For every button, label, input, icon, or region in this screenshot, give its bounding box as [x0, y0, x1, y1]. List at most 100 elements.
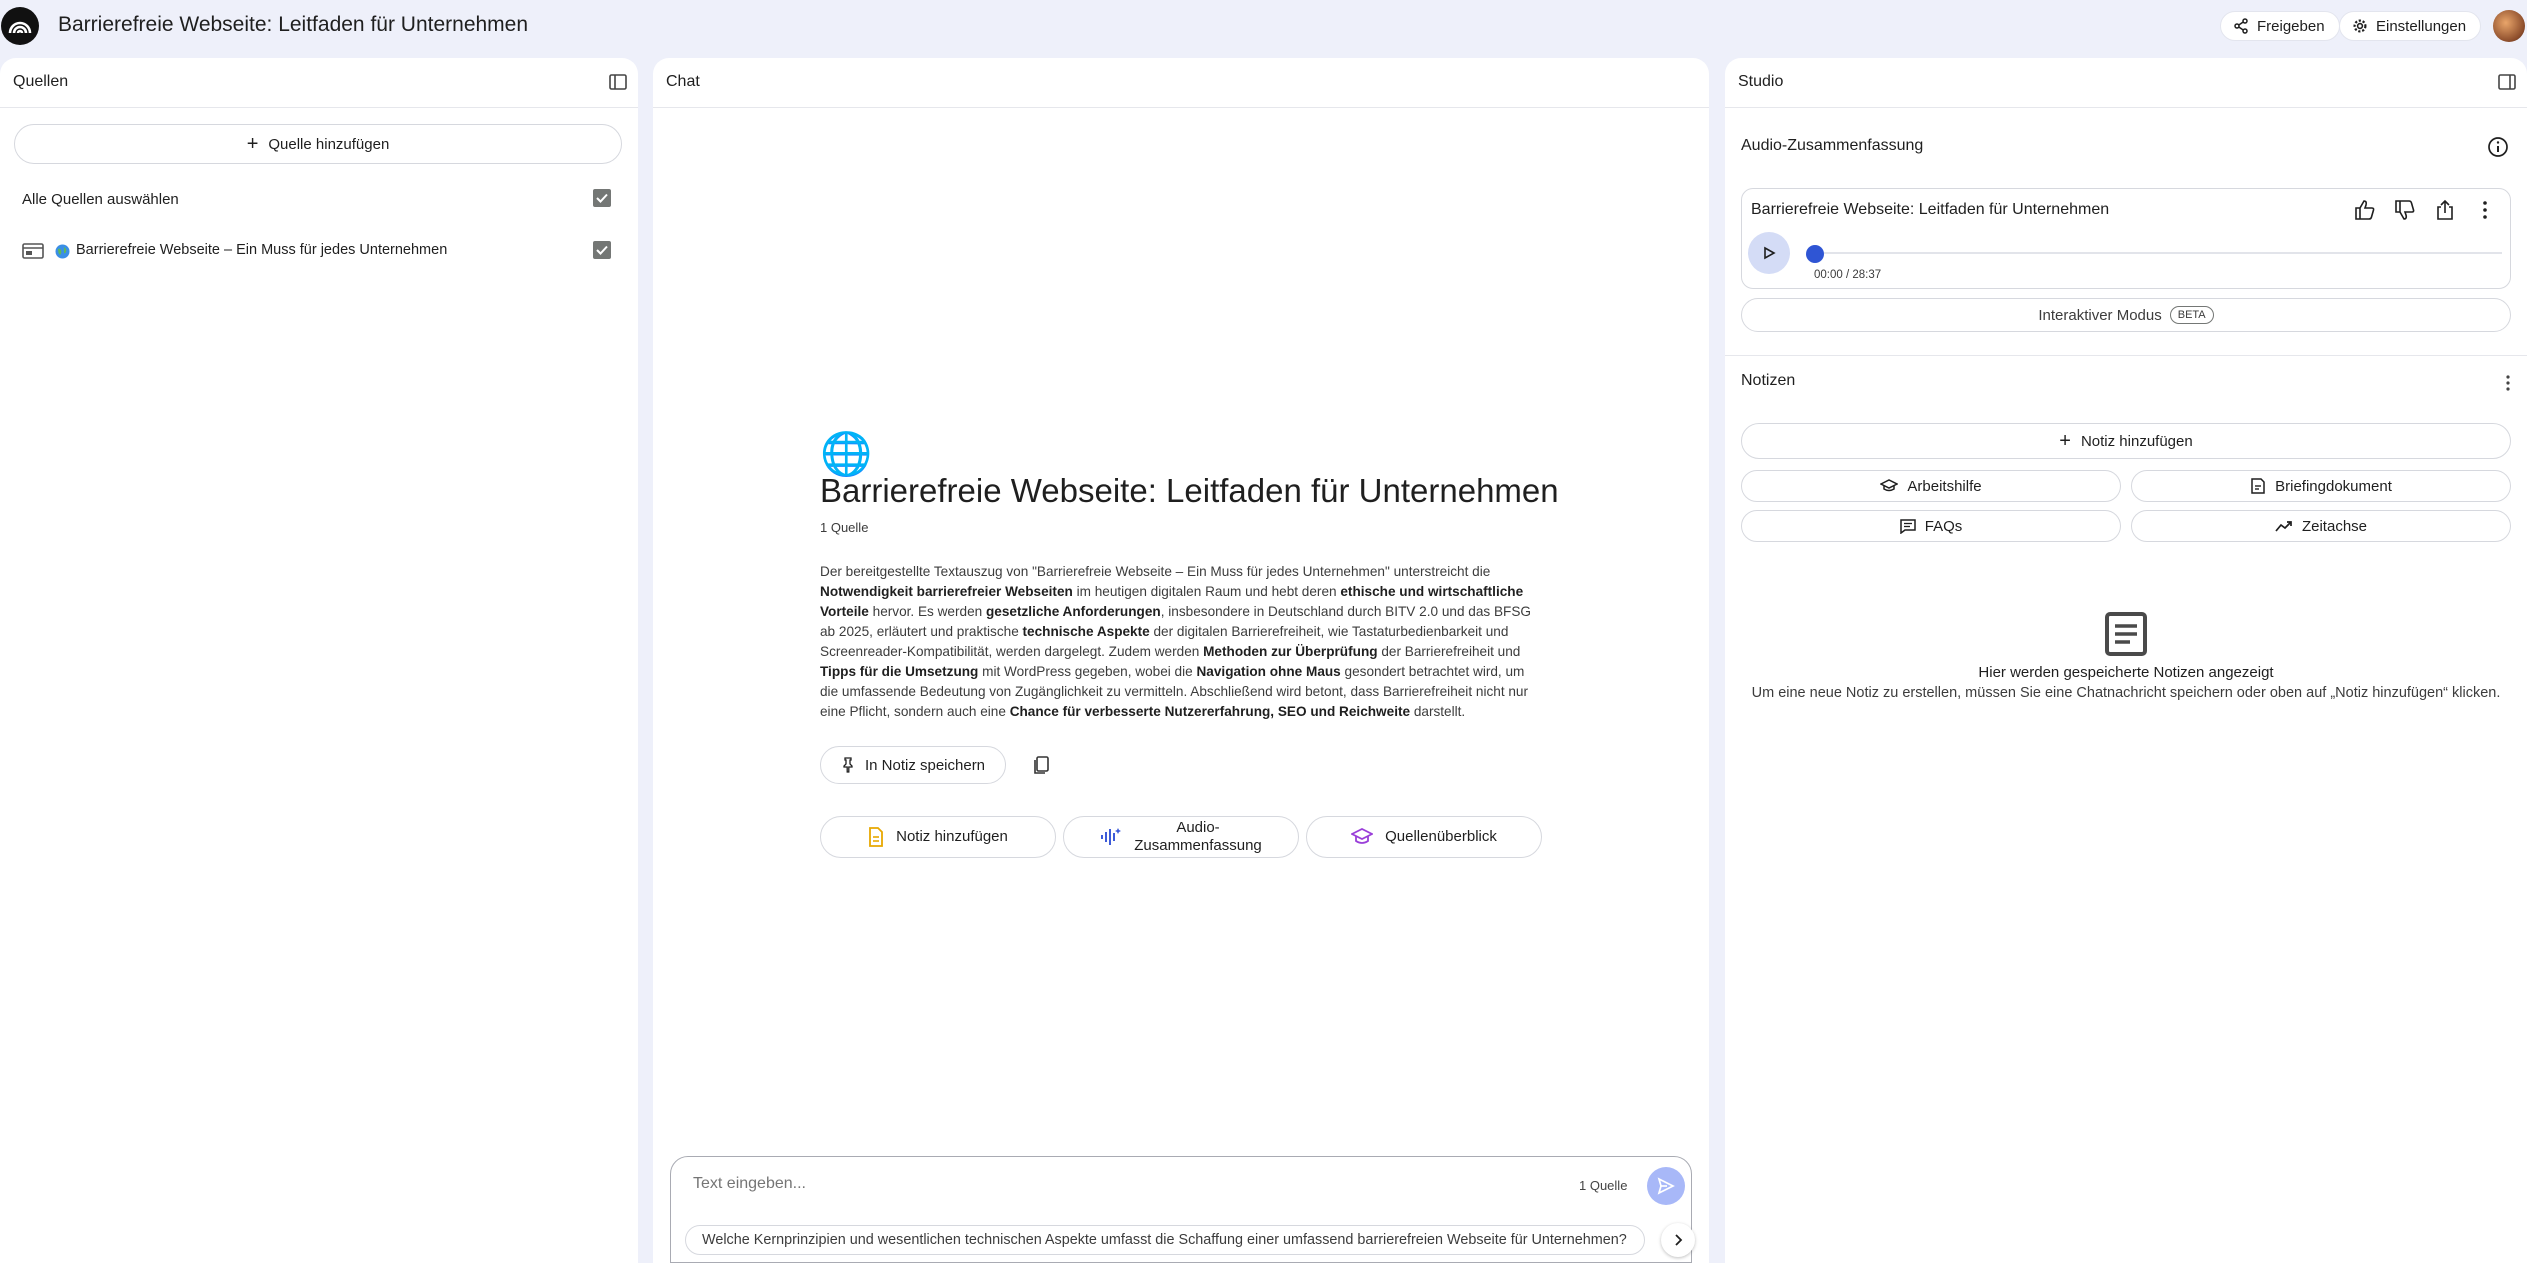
share-button[interactable]: Freigeben	[2220, 11, 2340, 41]
chat-header: Chat	[653, 58, 1709, 108]
share-export-icon[interactable]	[2434, 199, 2456, 221]
settings-button[interactable]: Einstellungen	[2339, 11, 2482, 41]
thumbs-down-icon[interactable]	[2394, 199, 2416, 221]
graduation-cap-icon	[1880, 479, 1899, 492]
save-to-note-button[interactable]: In Notiz speichern	[820, 746, 1006, 784]
briefing-doc-icon	[2251, 478, 2265, 494]
faq-chat-icon	[1899, 519, 1916, 534]
add-note-label: Notiz hinzufügen	[2080, 432, 2193, 450]
source-count: 1 Quelle	[820, 520, 869, 535]
info-icon[interactable]	[2487, 136, 2509, 158]
select-all-checkbox[interactable]	[593, 189, 611, 207]
add-note-action-button[interactable]: Notiz hinzufügen	[820, 816, 1056, 858]
notebook-heading: Barrierefreie Webseite: Leitfaden für Un…	[820, 472, 1559, 509]
notebooklm-logo-icon[interactable]	[1, 7, 39, 45]
add-source-button[interactable]: + Quelle hinzufügen	[14, 124, 622, 164]
check-icon	[596, 193, 608, 203]
summary-highlight: gesetzliche Anforderungen	[985, 604, 1161, 619]
faq-label: FAQs	[1924, 517, 1963, 535]
web-source-icon	[22, 243, 44, 259]
gear-icon	[2353, 19, 2367, 33]
suggested-question[interactable]: Welche Kernprinzipien und wesentlichen t…	[685, 1225, 1645, 1255]
pin-icon	[843, 757, 853, 773]
summary-highlight: Methoden zur Überprüfung	[1203, 644, 1378, 659]
chat-input-area: 1 Quelle Welche Kernprinzipien und wesen…	[670, 1156, 1695, 1263]
chat-input[interactable]	[693, 1175, 1393, 1193]
select-all-label: Alle Quellen auswählen	[22, 191, 179, 208]
top-bar: Barrierefreie Webseite: Leitfaden für Un…	[0, 0, 2527, 52]
study-guide-label: Arbeitshilfe	[1907, 477, 1982, 495]
settings-label: Einstellungen	[2376, 17, 2467, 35]
summary-highlight: Navigation ohne Maus	[1196, 664, 1341, 679]
notes-more-vert-icon[interactable]	[2499, 372, 2517, 394]
collapse-panel-icon[interactable]	[608, 72, 628, 92]
notes-title: Notizen	[1741, 372, 1796, 389]
copy-icon[interactable]	[1031, 754, 1053, 776]
source-overview-action-button[interactable]: Quellenüberblick	[1306, 816, 1542, 858]
timeline-icon	[2275, 521, 2292, 532]
summary-text: der Barrierefreiheit und	[1377, 644, 1521, 659]
notebook-title[interactable]: Barrierefreie Webseite: Leitfaden für Un…	[58, 13, 528, 37]
input-source-count: 1 Quelle	[1579, 1178, 1628, 1193]
source-overview-action-label: Quellenüberblick	[1385, 828, 1497, 845]
note-icon	[869, 827, 884, 847]
notebook-summary: Der bereitgestellte Textauszug von "Barr…	[820, 562, 1546, 722]
empty-notes-text: Um eine neue Notiz zu erstellen, müssen …	[1751, 685, 2501, 701]
summary-text: Der bereitgestellte Textauszug von "Barr…	[820, 564, 1491, 579]
logo-glyph	[8, 21, 32, 34]
share-icon	[2234, 18, 2248, 34]
audio-progress-handle[interactable]	[1806, 245, 1824, 263]
audio-overview-card: Barrierefreie Webseite: Leitfaden für Un…	[1741, 188, 2511, 289]
sources-header: Quellen	[0, 58, 638, 108]
audio-summary-line2: Zusammenfassung	[1134, 837, 1262, 854]
sources-panel: Quellen + Quelle hinzufügen Alle Quellen…	[0, 58, 638, 1263]
audio-section-title: Audio-Zusammenfassung	[1741, 137, 1924, 154]
globe-emoji-icon: 🌐	[820, 430, 873, 477]
study-guide-button[interactable]: Arbeitshilfe	[1741, 470, 2121, 502]
add-note-action-label: Notiz hinzufügen	[896, 828, 1008, 845]
faq-button[interactable]: FAQs	[1741, 510, 2121, 542]
timeline-label: Zeitachse	[2301, 517, 2368, 535]
briefing-doc-button[interactable]: Briefingdokument	[2131, 470, 2511, 502]
summary-text: im heutigen digitalen Raum und hebt dere…	[1072, 584, 1341, 599]
studio-title: Studio	[1738, 73, 1784, 90]
source-checkbox[interactable]	[593, 241, 611, 259]
timeline-button[interactable]: Zeitachse	[2131, 510, 2511, 542]
summary-text: mit WordPress gegeben, wobei die	[978, 664, 1197, 679]
empty-notes-title: Hier werden gespeicherte Notizen angezei…	[1978, 664, 2274, 681]
graduation-cap-icon	[1351, 828, 1374, 844]
thumbs-up-icon[interactable]	[2354, 199, 2376, 221]
plus-icon: +	[246, 133, 259, 155]
audio-card-title: Barrierefreie Webseite: Leitfaden für Un…	[1751, 201, 2110, 218]
audio-progress-track[interactable]	[1812, 252, 2502, 254]
sources-title: Quellen	[13, 73, 69, 90]
notes-document-icon	[2105, 612, 2147, 656]
add-note-button[interactable]: + Notiz hinzufügen	[1741, 423, 2511, 459]
check-icon	[596, 245, 608, 255]
play-button[interactable]	[1748, 232, 1790, 274]
chevron-right-icon	[1675, 1234, 1683, 1246]
audio-summary-action-button[interactable]: Audio- Zusammenfassung	[1063, 816, 1299, 858]
briefing-doc-label: Briefingdokument	[2275, 477, 2392, 495]
collapse-panel-icon[interactable]	[2497, 72, 2517, 92]
chat-panel: Chat 🌐 Barrierefreie Webseite: Leitfaden…	[653, 58, 1709, 1263]
studio-header: Studio	[1725, 58, 2527, 108]
studio-panel: Studio Audio-Zusammenfassung Barrierefre…	[1725, 58, 2527, 1263]
audio-summary-line1: Audio-	[1176, 819, 1220, 836]
save-note-label: In Notiz speichern	[864, 756, 986, 774]
next-suggestion-button[interactable]	[1661, 1223, 1695, 1257]
audio-summary-action-label: Audio- Zusammenfassung	[1134, 819, 1262, 855]
summary-highlight: technische Aspekte	[1022, 624, 1150, 639]
summary-highlight: Notwendigkeit barrierefreier Webseiten	[820, 584, 1073, 599]
summary-text: hervor. Es werden	[868, 604, 986, 619]
source-item[interactable]: Barrierefreie Webseite – Ein Muss für je…	[22, 236, 622, 266]
summary-highlight: Chance für verbesserte Nutzererfahrung, …	[1009, 704, 1411, 719]
interactive-mode-button[interactable]: Interaktiver Modus BETA	[1741, 298, 2511, 332]
avatar[interactable]	[2493, 10, 2525, 42]
audio-card-actions	[2354, 199, 2496, 221]
audio-waveform-icon	[1101, 828, 1122, 845]
audio-time: 00:00 / 28:37	[1814, 269, 1882, 281]
more-vert-icon[interactable]	[2474, 199, 2496, 221]
send-button[interactable]	[1647, 1167, 1685, 1205]
chat-title: Chat	[666, 73, 700, 90]
